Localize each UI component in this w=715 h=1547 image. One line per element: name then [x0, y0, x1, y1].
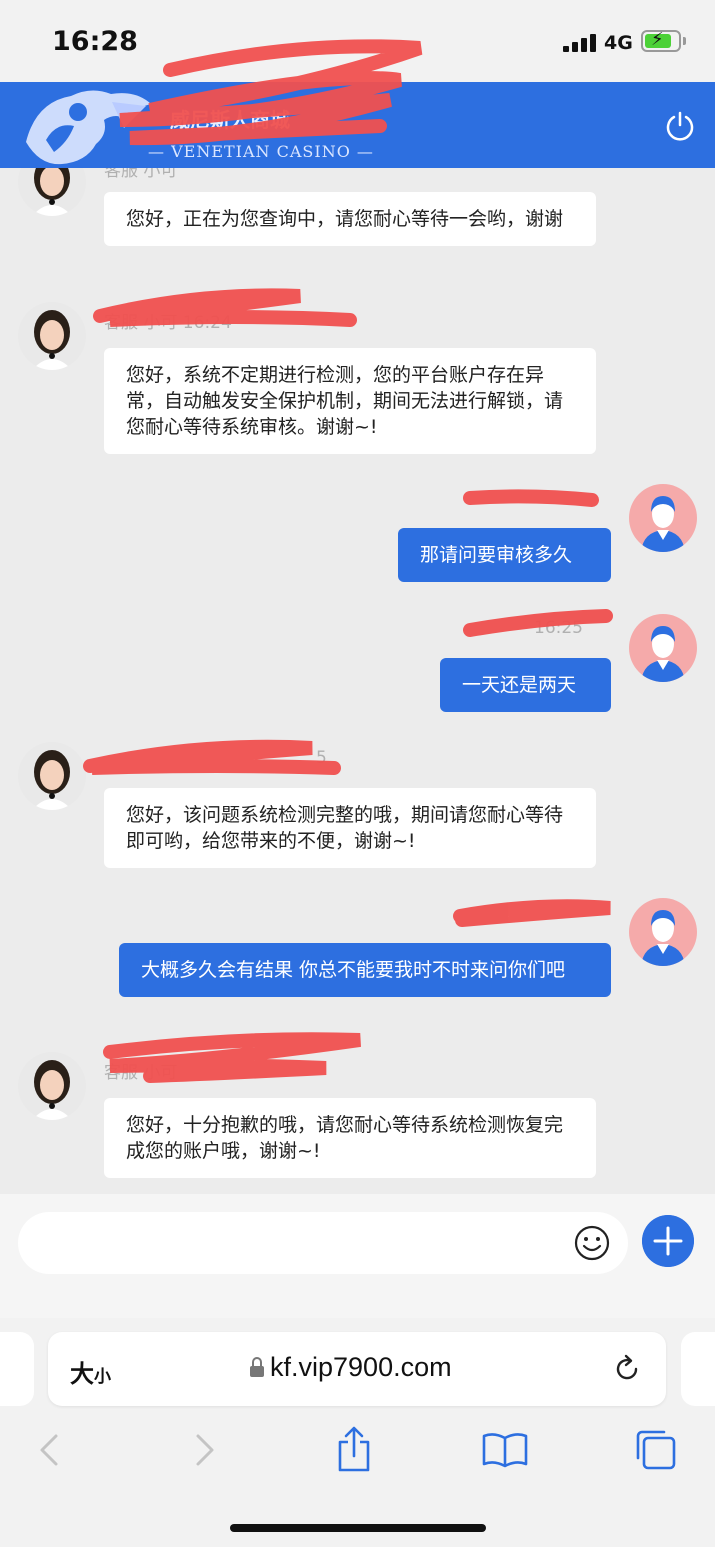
- emoji-icon[interactable]: [573, 1224, 611, 1262]
- chat-messages[interactable]: 客服 小可 您好，正在为您查询中，请您耐心等待一会哟，谢谢 客服 小可 16:2…: [0, 168, 715, 1194]
- agent-avatar: [18, 742, 86, 810]
- agent-message-bubble: 您好，十分抱歉的哦，请您耐心等待系统检测恢复完成您的账户哦，谢谢~!: [104, 1098, 596, 1178]
- share-icon[interactable]: [336, 1426, 372, 1472]
- browser-toolbar: 大小 kf.vip7900.com: [0, 1318, 715, 1547]
- user-avatar: [629, 898, 697, 966]
- agent-message-bubble: 您好，系统不定期进行检测，您的平台账户存在异常，自动触发安全保护机制，期间无法进…: [104, 348, 596, 454]
- signal-icon: [563, 34, 597, 52]
- lion-logo-icon: [26, 90, 151, 165]
- lock-icon: [250, 1357, 264, 1377]
- message-meta: 5: [316, 748, 327, 768]
- message-meta: 客服 小可: [104, 168, 178, 181]
- message-meta: 客服 小可: [104, 1063, 178, 1083]
- battery-icon: ⚡: [641, 29, 681, 52]
- home-indicator: [230, 1524, 486, 1532]
- message-meta: 客服 小可 16:24: [104, 313, 232, 333]
- message-meta: 16:25: [534, 618, 583, 638]
- status-time: 16:28: [52, 26, 138, 57]
- forward-icon[interactable]: [188, 1432, 218, 1468]
- agent-message-bubble: 您好，该问题系统检测完整的哦，期间请您耐心等待即可哟，给您带来的不便，谢谢~!: [104, 788, 596, 868]
- agent-avatar: [18, 1052, 86, 1120]
- header-subtitle: — VENETIAN CASINO —: [148, 142, 374, 161]
- bookmarks-icon[interactable]: [482, 1432, 528, 1468]
- network-type: 4G: [604, 32, 633, 54]
- message-input[interactable]: [18, 1212, 628, 1274]
- text-size-button[interactable]: 大小: [70, 1354, 111, 1389]
- back-icon[interactable]: [36, 1432, 66, 1468]
- next-tab-preview[interactable]: [681, 1332, 715, 1406]
- add-attachment-button[interactable]: [642, 1215, 694, 1267]
- header-title: 威尼斯人商城: [170, 108, 290, 132]
- tabs-icon[interactable]: [634, 1428, 678, 1472]
- user-message-bubble: 那请问要审核多久: [398, 528, 611, 582]
- agent-avatar: [18, 168, 86, 216]
- user-avatar: [629, 484, 697, 552]
- status-bar: 16:28 4G ⚡: [0, 0, 715, 82]
- user-avatar: [629, 614, 697, 682]
- chat-header: 威尼斯人商城 — VENETIAN CASINO —: [0, 82, 715, 168]
- agent-message-bubble: 您好，正在为您查询中，请您耐心等待一会哟，谢谢: [104, 192, 596, 246]
- user-message-bubble: 大概多久会有结果 你总不能要我时不时来问你们吧: [119, 943, 611, 997]
- user-message-bubble: 一天还是两天: [440, 658, 611, 712]
- agent-avatar: [18, 302, 86, 370]
- address-bar[interactable]: 大小 kf.vip7900.com: [48, 1332, 666, 1406]
- reload-icon[interactable]: [612, 1354, 642, 1384]
- power-icon[interactable]: [664, 110, 696, 142]
- url-text: kf.vip7900.com: [270, 1352, 452, 1382]
- previous-tab-preview[interactable]: [0, 1332, 34, 1406]
